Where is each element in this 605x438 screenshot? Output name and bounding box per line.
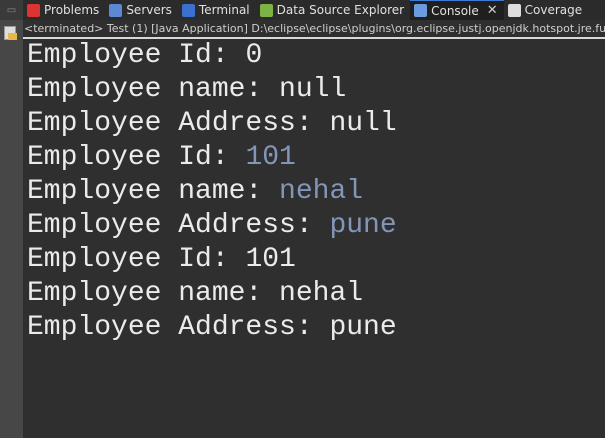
line-label: Employee Address:: [27, 312, 330, 343]
left-toolbar: [0, 20, 23, 438]
console-line: Employee Id: 101: [27, 141, 397, 175]
close-icon[interactable]: ✕: [487, 3, 498, 18]
coverage-icon: [507, 3, 521, 17]
line-label: Employee Id:: [27, 142, 246, 173]
line-label: Employee name:: [27, 74, 280, 105]
tab-label: Data Source Explorer: [276, 3, 405, 17]
tab-servers[interactable]: Servers: [105, 0, 178, 20]
minimize-icon[interactable]: ▭: [0, 0, 23, 20]
console-line: Employee name: null: [27, 73, 397, 107]
tab-coverage[interactable]: Coverage: [504, 0, 589, 20]
tab-label: Console: [431, 3, 479, 18]
output-value: pune: [329, 312, 397, 343]
console-line: Employee name: nehal: [27, 277, 397, 311]
line-label: Employee Id:: [27, 244, 246, 275]
output-value: 0: [245, 40, 263, 71]
console-output[interactable]: Employee Id: 0 Employee name: null Employe…: [27, 39, 397, 345]
console-line: Employee Address: pune: [27, 311, 397, 345]
user-input-value: pune: [329, 210, 397, 241]
line-label: Employee name:: [27, 278, 280, 309]
tab-data-source-explorer[interactable]: Data Source Explorer: [256, 0, 410, 20]
output-value: null: [329, 108, 397, 139]
folder-icon: [8, 33, 17, 40]
tab-label: Terminal: [198, 3, 250, 17]
output-value: nehal: [279, 278, 364, 309]
output-value: null: [279, 74, 347, 105]
line-label: Employee name:: [27, 176, 280, 207]
output-value: 101: [245, 244, 296, 275]
line-label: Employee Id:: [27, 40, 246, 71]
tab-label: Coverage: [524, 3, 583, 17]
console-line: Employee Address: null: [27, 107, 397, 141]
data-source-icon: [259, 3, 273, 17]
view-tab-bar: ▭ Problems Servers Terminal Data Source Exp…: [0, 0, 605, 20]
tab-problems[interactable]: Problems: [23, 0, 105, 20]
tab-label: Servers: [126, 3, 172, 17]
tab-label: Problems: [44, 3, 100, 17]
console-icon: [414, 4, 428, 17]
console-line: Employee name: nehal: [27, 175, 397, 209]
terminal-icon: [181, 3, 195, 17]
tab-console[interactable]: Console ✕: [410, 0, 504, 20]
line-label: Employee Address:: [27, 210, 330, 241]
console-line: Employee Id: 101: [27, 243, 397, 277]
servers-icon: [109, 3, 123, 17]
console-status: <terminated> Test (1) [Java Application]…: [23, 21, 605, 39]
user-input-value: nehal: [279, 176, 364, 207]
user-input-value: 101: [245, 142, 296, 173]
line-label: Employee Address:: [27, 108, 330, 139]
problems-icon: [27, 3, 40, 17]
console-line: Employee Id: 0: [27, 39, 397, 73]
console-line: Employee Address: pune: [27, 209, 397, 243]
tab-terminal[interactable]: Terminal: [178, 0, 256, 20]
